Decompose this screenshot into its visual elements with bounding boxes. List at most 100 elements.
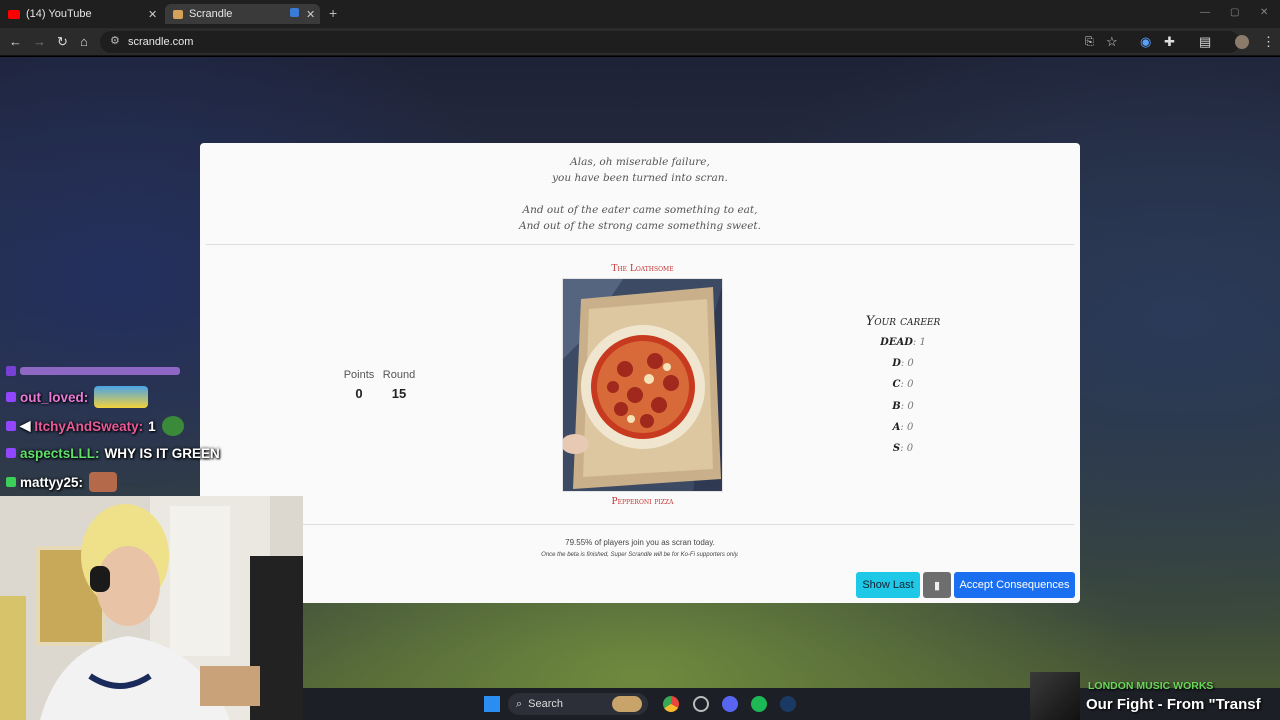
windows-start-icon[interactable] bbox=[484, 696, 500, 712]
chrome-icon[interactable] bbox=[663, 696, 679, 712]
chat-message: ◀ ItchyAndSweaty: 1 bbox=[6, 415, 184, 437]
divider bbox=[206, 244, 1074, 245]
pizza-image bbox=[563, 279, 722, 491]
reload-icon[interactable]: ↻ bbox=[57, 34, 68, 50]
address-bar[interactable]: ⚙ scrandle.com bbox=[100, 31, 1240, 53]
home-icon[interactable]: ⌂ bbox=[80, 34, 88, 50]
install-app-icon[interactable]: ⎘ bbox=[1085, 34, 1094, 50]
result-modal: Alas, oh miserable failure, you have bee… bbox=[200, 143, 1080, 603]
career-count: 0 bbox=[907, 379, 914, 390]
profile-avatar[interactable] bbox=[1235, 35, 1249, 49]
food-photo bbox=[562, 278, 723, 492]
career-count: 0 bbox=[906, 443, 914, 454]
search-icon: ⌕ bbox=[516, 697, 523, 710]
round-stat: Round 15 bbox=[381, 369, 417, 401]
points-stat: Points 0 bbox=[340, 369, 378, 401]
scrandle-icon bbox=[173, 9, 183, 19]
url-text: scrandle.com bbox=[128, 36, 194, 48]
career-grade: D bbox=[892, 358, 901, 369]
chat-text: WHY IS IT GREEN bbox=[104, 445, 220, 461]
close-icon[interactable]: ✕ bbox=[306, 8, 315, 21]
cut-off-message bbox=[20, 367, 180, 375]
chat-username: ItchyAndSweaty: bbox=[34, 418, 144, 434]
window-close-icon[interactable]: ✕ bbox=[1260, 7, 1268, 18]
chat-message: out_loved: bbox=[6, 386, 149, 408]
career-count: 0 bbox=[907, 358, 914, 369]
discord-icon[interactable] bbox=[722, 696, 738, 712]
kick-badge-icon bbox=[6, 477, 16, 487]
career-grade: C bbox=[892, 379, 901, 390]
tab-scrandle[interactable]: Scrandle ✕ bbox=[165, 4, 320, 24]
chat-username: mattyy25: bbox=[20, 474, 84, 490]
tab-title: Scrandle bbox=[189, 8, 233, 20]
chat-text: 1 bbox=[148, 418, 156, 434]
site-info-icon[interactable]: ⚙ bbox=[110, 34, 120, 47]
tab-title: (14) YouTube bbox=[26, 8, 92, 20]
copy-clipboard-button[interactable]: ▮ bbox=[923, 572, 951, 598]
now-playing-artist: LONDON MUSIC WORKS bbox=[1088, 680, 1214, 692]
career-title: Your career bbox=[865, 314, 941, 329]
app-circle-icon[interactable] bbox=[693, 696, 709, 712]
taskbar-search[interactable]: ⌕ Search bbox=[508, 693, 648, 715]
subscriber-badge-icon bbox=[6, 366, 16, 376]
emote-icon bbox=[94, 386, 149, 408]
browser-toolbar: ← → ↻ ⌂ ⚙ scrandle.com ⎘ ☆ ◉ ✚ ▤ ⋮ bbox=[0, 28, 1280, 56]
round-label: Round bbox=[382, 369, 416, 381]
career-row-a: A: 0 bbox=[892, 422, 914, 433]
face-emote-icon bbox=[89, 472, 118, 492]
spotify-icon[interactable] bbox=[751, 696, 767, 712]
poem-line: And out of the strong came something swe… bbox=[519, 220, 761, 232]
extensions-puzzle-icon[interactable]: ✚ bbox=[1164, 34, 1175, 50]
points-label: Points bbox=[343, 369, 375, 381]
career-row-b: B: 0 bbox=[892, 401, 914, 412]
career-row-c: C: 0 bbox=[892, 379, 914, 390]
food-name: Pepperoni pizza bbox=[611, 497, 674, 507]
category-title: The Loathsome bbox=[611, 264, 674, 274]
menu-kebab-icon[interactable]: ⋮ bbox=[1262, 34, 1275, 50]
minimize-icon[interactable]: — bbox=[1200, 7, 1210, 18]
muted-icon: ◀ bbox=[20, 418, 31, 433]
now-playing-song: Our Fight - From "Transf bbox=[1086, 696, 1261, 713]
career-grade: DEAD bbox=[880, 337, 913, 348]
career-grade: A bbox=[892, 422, 901, 433]
search-label: Search bbox=[528, 698, 564, 710]
youtube-icon bbox=[8, 9, 20, 19]
webcam-image bbox=[0, 496, 303, 720]
poem-line: Alas, oh miserable failure, bbox=[570, 156, 710, 168]
chat-username: out_loved: bbox=[20, 389, 89, 405]
new-tab-button[interactable]: + bbox=[329, 5, 337, 21]
beta-note: Once the beta is finished, Super Scrandl… bbox=[541, 552, 739, 558]
pepe-emote-icon bbox=[161, 416, 184, 436]
points-value: 0 bbox=[355, 386, 363, 401]
forward-icon[interactable]: → bbox=[33, 34, 46, 50]
scran-percentage-text: 79.55% of players join you as scran toda… bbox=[565, 538, 715, 547]
now-playing-overlay: LONDON MUSIC WORKS Our Fight - From "Tra… bbox=[1030, 672, 1280, 720]
subscriber-badge-icon bbox=[6, 392, 16, 402]
show-last-button[interactable]: Show Last bbox=[856, 572, 920, 598]
chat-line-partial bbox=[6, 360, 180, 382]
side-panel-icon[interactable]: ▤ bbox=[1199, 34, 1211, 50]
album-art bbox=[1030, 672, 1080, 720]
career-count: 1 bbox=[919, 337, 926, 348]
career-row-d: D: 0 bbox=[892, 358, 914, 369]
tab-youtube[interactable]: (14) YouTube ✕ bbox=[8, 4, 158, 24]
chat-username: aspectsLLL: bbox=[20, 445, 100, 461]
poem-line: And out of the eater came something to e… bbox=[522, 204, 758, 216]
back-icon[interactable]: ← bbox=[9, 34, 22, 50]
chat-message: mattyy25: bbox=[6, 471, 118, 493]
subscriber-badge-icon bbox=[6, 421, 16, 431]
close-icon[interactable]: ✕ bbox=[148, 8, 157, 21]
poem-line: you have been turned into scran. bbox=[552, 172, 728, 184]
clipboard-icon: ▮ bbox=[933, 579, 941, 592]
tab-media-icon bbox=[290, 8, 299, 17]
browser-tab-bar: (14) YouTube ✕ Scrandle ✕ + — ▢ ✕ bbox=[0, 0, 1280, 28]
maximize-icon[interactable]: ▢ bbox=[1230, 7, 1239, 18]
career-count: 0 bbox=[907, 401, 914, 412]
accept-consequences-button[interactable]: Accept Consequences bbox=[954, 572, 1075, 598]
divider bbox=[206, 524, 1074, 525]
bookmark-star-icon[interactable]: ☆ bbox=[1106, 34, 1118, 50]
steam-icon[interactable] bbox=[780, 696, 796, 712]
career-row-s: S: 0 bbox=[892, 443, 914, 454]
extension-audio-icon[interactable]: ◉ bbox=[1140, 34, 1151, 50]
round-value: 15 bbox=[391, 386, 407, 401]
